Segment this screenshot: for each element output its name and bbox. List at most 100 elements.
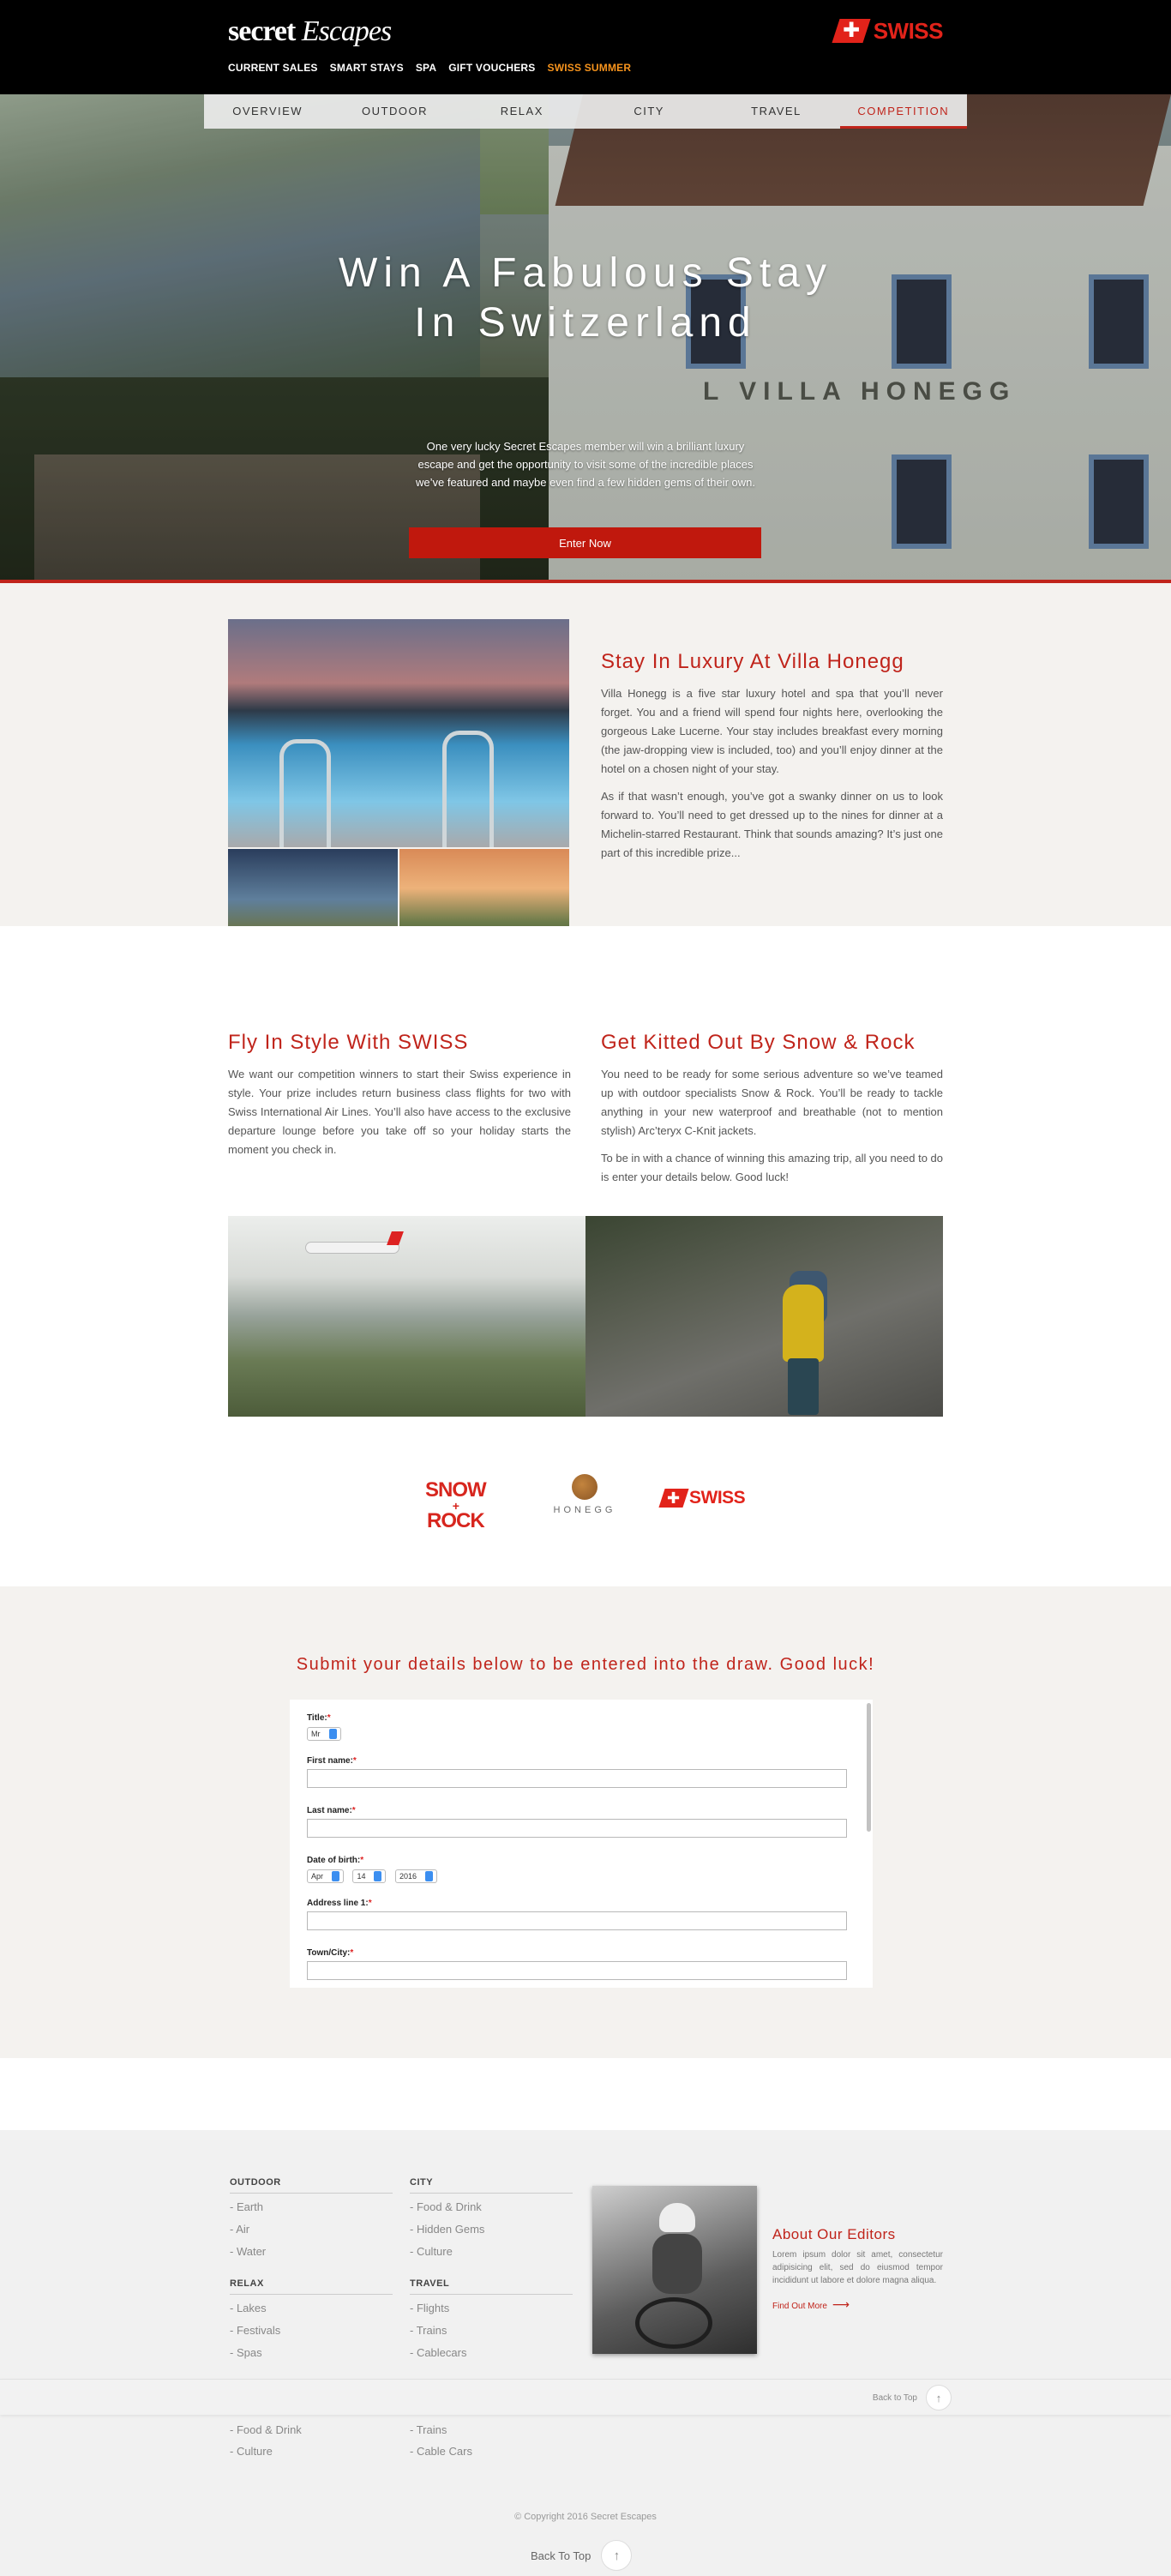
hiker-jacket — [783, 1285, 824, 1362]
snow-and-rock-logo: SNOW + ROCK — [425, 1479, 487, 1532]
villa-paragraph-1: Villa Honegg is a five star luxury hotel… — [601, 687, 943, 775]
find-out-more-link[interactable]: Find Out More ⟶ — [772, 2297, 850, 2312]
swiss-flag-icon: ✚ — [832, 19, 871, 43]
form-heading: Submit your details below to be entered … — [296, 1655, 875, 1674]
back-to-top-label: Back To Top — [531, 2549, 592, 2562]
swiss-wordmark: SWISS — [873, 17, 944, 44]
last-name-input[interactable] — [307, 1819, 847, 1838]
nav-swiss-summer[interactable]: SWISS SUMMER — [548, 62, 632, 74]
up-arrow-icon[interactable]: ↑ — [926, 2385, 952, 2410]
nav-spa[interactable]: SPA — [416, 62, 436, 74]
swiss-plane-photo — [228, 1216, 586, 1417]
footer-link-culture-2[interactable]: - Culture — [230, 2445, 393, 2458]
tab-city[interactable]: CITY — [586, 94, 712, 129]
title-field: Title:* Mr — [307, 1713, 847, 1742]
footer-col-relax: RELAX - Lakes - Festivals - Spas — [230, 2278, 393, 2368]
hiker-photo — [586, 1216, 943, 1417]
pool-rail — [279, 739, 331, 847]
enter-now-button[interactable]: Enter Now — [409, 527, 761, 558]
villa-heading: Stay In Luxury At Villa Honegg — [601, 650, 904, 673]
hero-title: Win A Fabulous Stay In Switzerland — [0, 249, 1171, 348]
dob-month-select[interactable]: Apr — [307, 1869, 345, 1883]
footer-link-cablecars[interactable]: - Cablecars — [410, 2346, 573, 2359]
kit-heading: Get Kitted Out By Snow & Rock — [601, 1031, 916, 1054]
tab-outdoor[interactable]: OUTDOOR — [331, 94, 458, 129]
tab-overview[interactable]: OVERVIEW — [204, 94, 331, 129]
back-to-top[interactable]: Back To Top ↑ — [531, 2540, 633, 2571]
address-label: Address line 1:* — [307, 1899, 372, 1908]
dob-year-select[interactable]: 2016 — [394, 1869, 437, 1883]
nav-current-sales[interactable]: CURRENT SALES — [228, 62, 318, 74]
select-arrow-icon — [374, 1871, 382, 1882]
bike-wheel — [635, 2297, 712, 2349]
footer-heading-travel: TRAVEL — [410, 2278, 573, 2295]
infinity-pool-photo — [228, 619, 569, 847]
town-input[interactable] — [307, 1961, 847, 1980]
nav-smart-stays[interactable]: SMART STAYS — [330, 62, 404, 74]
tab-travel[interactable]: TRAVEL — [712, 94, 839, 129]
copyright: © Copyright 2016 Secret Escapes — [514, 2512, 657, 2522]
footer-link-trains-2[interactable]: - Trains — [410, 2423, 573, 2436]
airplane-tail — [387, 1231, 404, 1245]
kit-column: Get Kitted Out By Snow & Rock You need t… — [601, 1031, 943, 1195]
kit-paragraph-2: To be in with a chance of winning this a… — [601, 1152, 943, 1183]
spacer — [0, 2058, 1171, 2130]
footer-link-air[interactable]: - Air — [230, 2223, 393, 2236]
swiss-logo[interactable]: ✚ SWISS — [832, 17, 944, 45]
footer-link-trains[interactable]: - Trains — [410, 2324, 573, 2337]
prize-section: Fly In Style With SWISS We want our comp… — [0, 926, 1171, 1586]
hero-section: L VILLA HONEGG OVERVIEW OUTDOOR RELAX CI… — [0, 94, 1171, 583]
kit-paragraph-1: You need to be ready for some serious ad… — [601, 1068, 943, 1137]
about-editors: About Our Editors Lorem ipsum dolor sit … — [772, 2226, 943, 2313]
footer-link-food-drink-2[interactable]: - Food & Drink — [230, 2423, 393, 2436]
footer-link-lakes[interactable]: - Lakes — [230, 2302, 393, 2314]
swiss-flag-icon: ✚ — [658, 1489, 689, 1508]
entry-form-frame[interactable]: Title:* Mr First name:* Last name:* Date… — [290, 1700, 873, 1988]
logo-word-secret: secret — [228, 15, 296, 47]
town-label: Town/City:* — [307, 1948, 354, 1958]
secret-escapes-logo[interactable]: secret Escapes — [228, 15, 392, 48]
footer-under-links-right: - Trains - Cable Cars — [410, 2423, 573, 2467]
sub-nav: OVERVIEW OUTDOOR RELAX CITY TRAVEL COMPE… — [204, 94, 967, 129]
entry-form-section: Submit your details below to be entered … — [0, 1586, 1171, 2058]
footer-link-earth[interactable]: - Earth — [230, 2200, 393, 2213]
footer-col-travel: TRAVEL - Flights - Trains - Cablecars — [410, 2278, 573, 2368]
footer-col-city: CITY - Food & Drink - Hidden Gems - Cult… — [410, 2177, 573, 2267]
villa-section: Stay In Luxury At Villa Honegg Villa Hon… — [0, 583, 1171, 961]
footer-link-hidden-gems[interactable]: - Hidden Gems — [410, 2223, 573, 2236]
title-select[interactable]: Mr — [307, 1726, 341, 1741]
about-heading: About Our Editors — [772, 2226, 896, 2242]
hero-title-line1: Win A Fabulous Stay — [339, 250, 832, 296]
footer-link-festivals[interactable]: - Festivals — [230, 2324, 393, 2337]
hiker-legs — [788, 1358, 819, 1415]
fly-column: Fly In Style With SWISS We want our comp… — [228, 1031, 571, 1168]
editor-photo — [592, 2186, 757, 2354]
fly-paragraph: We want our competition winners to start… — [228, 1068, 571, 1156]
pool-rail — [442, 731, 494, 847]
hero-intro: One very lucky Secret Escapes member wil… — [415, 440, 756, 489]
up-arrow-icon[interactable]: ↑ — [601, 2540, 633, 2571]
footer-link-culture[interactable]: - Culture — [410, 2245, 573, 2258]
tab-competition[interactable]: COMPETITION — [839, 94, 967, 129]
logo-word-escapes: Escapes — [301, 15, 392, 47]
footer-link-cable-cars[interactable]: - Cable Cars — [410, 2445, 573, 2458]
form-scrollbar[interactable] — [867, 1703, 871, 1832]
title-label: Title:* — [307, 1713, 331, 1723]
dob-field: Date of birth:* Apr 14 2016 — [307, 1856, 847, 1884]
first-name-field: First name:* — [307, 1756, 847, 1788]
tab-relax[interactable]: RELAX — [459, 94, 586, 129]
about-text: Lorem ipsum dolor sit amet, consectetur … — [772, 2250, 943, 2285]
footer-link-flights[interactable]: - Flights — [410, 2302, 573, 2314]
first-name-input[interactable] — [307, 1769, 847, 1788]
address-input[interactable] — [307, 1911, 847, 1930]
back-to-top-small[interactable]: Back to Top ↑ — [873, 2385, 952, 2410]
footer-link-food-drink[interactable]: - Food & Drink — [410, 2200, 573, 2213]
dob-day-select[interactable]: 14 — [352, 1869, 387, 1883]
last-name-label: Last name:* — [307, 1806, 356, 1815]
address-field: Address line 1:* — [307, 1899, 847, 1930]
footer-link-water[interactable]: - Water — [230, 2245, 393, 2258]
last-name-field: Last name:* — [307, 1806, 847, 1838]
nav-gift-vouchers[interactable]: GIFT VOUCHERS — [448, 62, 535, 74]
footer-col-outdoor: OUTDOOR - Earth - Air - Water — [230, 2177, 393, 2267]
footer-link-spas[interactable]: - Spas — [230, 2346, 393, 2359]
